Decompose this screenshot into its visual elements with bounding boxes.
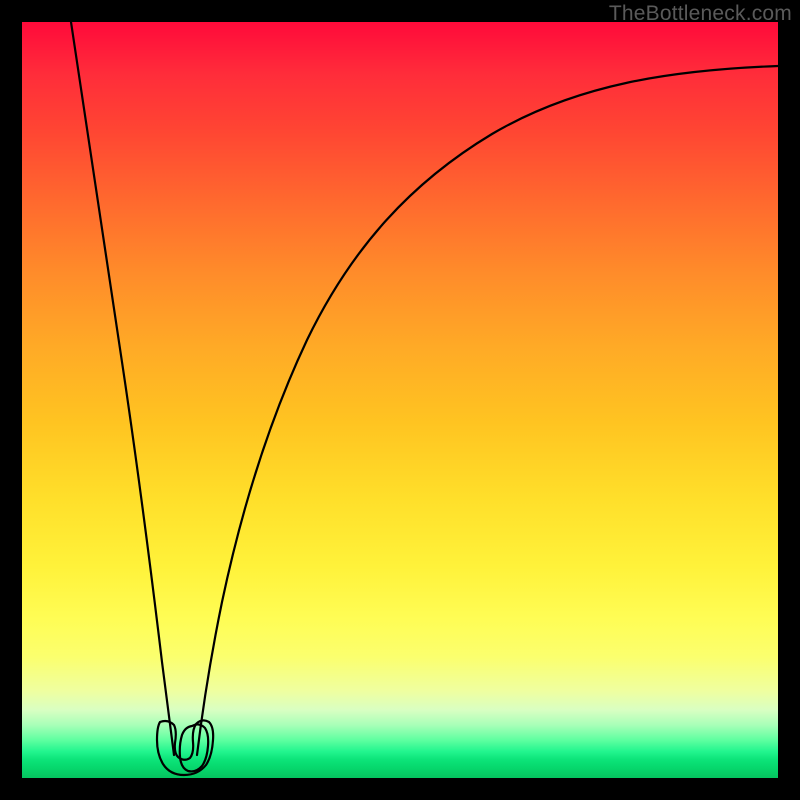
cusp-markers <box>157 720 213 775</box>
chart-frame: TheBottleneck.com <box>0 0 800 800</box>
curve-layer <box>22 22 778 778</box>
curve-left-branch <box>71 22 174 755</box>
curve-right-branch <box>197 66 778 755</box>
watermark-text: TheBottleneck.com <box>609 2 792 26</box>
plot-area <box>22 22 778 778</box>
